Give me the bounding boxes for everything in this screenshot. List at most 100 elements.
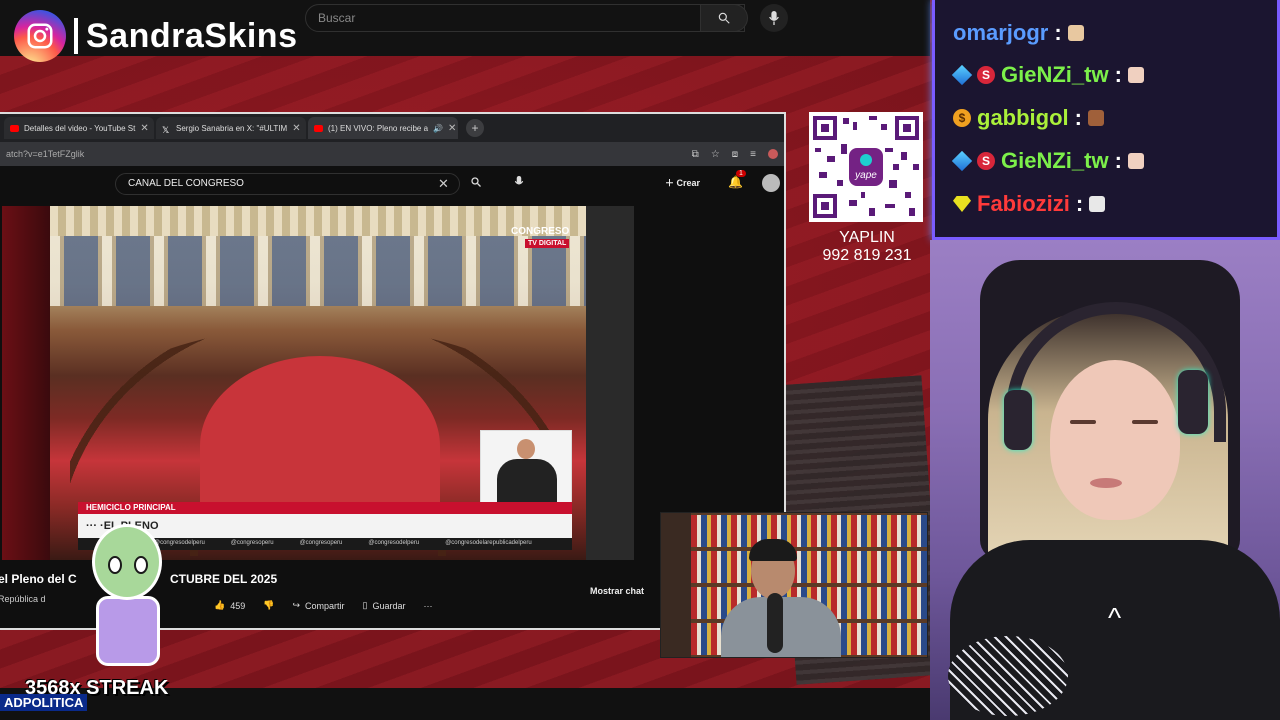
sticker-eye xyxy=(134,556,148,574)
logo-text: CONGRESO xyxy=(511,226,570,237)
close-icon[interactable]: ✕ xyxy=(448,123,456,134)
instagram-icon xyxy=(14,10,66,62)
tab-label: Sergio Sanabria en X: "#ULTIM xyxy=(176,123,288,133)
bookmark-star-icon[interactable]: ☆ xyxy=(711,149,720,160)
player-ambient-right xyxy=(586,206,634,560)
chat-username: gabbigol xyxy=(977,105,1069,130)
social-handle: @congresoperu xyxy=(230,540,274,546)
qr-code-icon: yape xyxy=(809,112,923,222)
channel-name: SandraSkins xyxy=(86,16,298,55)
avatar[interactable] xyxy=(762,174,780,192)
like-button[interactable]: 👍 459 xyxy=(214,600,245,611)
tab-video-details[interactable]: Detalles del video - YouTube St ✕ xyxy=(4,117,154,139)
video-player[interactable]: CONGRESO TV DIGITAL HEMICICLO PRINCIPAL … xyxy=(2,206,634,560)
youtube-icon xyxy=(314,124,323,132)
cast-icon[interactable]: ⧉ xyxy=(692,149,699,160)
chat-message: omarjogr : xyxy=(953,20,1084,46)
chat-message: S GieNZi_tw : xyxy=(951,148,1144,174)
bookmark-icon: ▯ xyxy=(362,600,368,610)
emote-icon xyxy=(1067,25,1084,41)
chevron-up-icon: ^ xyxy=(1108,602,1122,633)
microphone-icon xyxy=(769,11,779,25)
create-label: Crear xyxy=(676,178,701,188)
social-handle: @congresoperu xyxy=(299,540,343,546)
gem-badge-icon xyxy=(953,196,971,212)
video-title: el Pleno del C xyxy=(0,572,77,586)
tab-x-post[interactable]: 𝕏 Sergio Sanabria en X: "#ULTIM ✕ xyxy=(156,117,306,139)
thumbs-up-icon: 👍 xyxy=(214,600,226,610)
youtube-icon xyxy=(10,124,19,132)
extensions-icon[interactable]: ⧈ xyxy=(732,149,738,160)
emote-icon xyxy=(1087,110,1104,126)
clear-search-icon[interactable]: ✕ xyxy=(438,176,449,192)
guest-webcam xyxy=(660,512,928,658)
yape-logo-text: yape xyxy=(854,170,877,181)
show-chat-button[interactable]: Mostrar chat xyxy=(590,586,644,596)
chat-message: $ gabbigol : xyxy=(953,105,1104,131)
s-badge-icon: S xyxy=(977,152,995,170)
chat-separator: : xyxy=(1054,20,1062,45)
chat-overlay: omarjogr : S GieNZi_tw : $ gabbigol : S … xyxy=(932,0,1280,240)
video-title-continued: CTUBRE DEL 2025 xyxy=(170,572,278,586)
chat-separator: : xyxy=(1075,191,1084,216)
bell-icon[interactable]: 🔔 xyxy=(728,175,743,189)
address-bar[interactable]: atch?v=e1TetFZglik ⧉ ☆ ⧈ ≡ xyxy=(0,142,784,166)
youtube-header: CANAL DEL CONGRESO ✕ ＋ Crear 🔔 1 xyxy=(0,166,784,202)
url-text: atch?v=e1TetFZglik xyxy=(6,149,85,159)
dislike-button[interactable]: 👎 xyxy=(263,600,274,611)
search-icon xyxy=(718,12,730,24)
stream-canvas: SandraSkins Buscar Detalles del video - … xyxy=(0,0,1280,720)
social-handle: @congresodelarepublicadelperu xyxy=(445,540,532,546)
search-input[interactable]: Buscar xyxy=(305,4,745,32)
lower-third-section: HEMICICLO PRINCIPAL xyxy=(78,502,572,514)
social-handle: @congresodelperu xyxy=(368,540,420,546)
create-button[interactable]: ＋ Crear xyxy=(665,176,700,189)
yape-number: 992 819 231 xyxy=(822,247,912,264)
s-badge-icon: S xyxy=(977,66,995,84)
logo-subtext: TV DIGITAL xyxy=(524,239,570,248)
avatar-sticker xyxy=(72,520,182,670)
search-button[interactable] xyxy=(700,4,748,32)
video-actions: 👍 459 👎 ↪ Compartir ▯ Guardar ··· xyxy=(214,600,433,611)
voice-search-button[interactable] xyxy=(760,4,788,32)
youtube-search-input[interactable]: CANAL DEL CONGRESO xyxy=(115,173,460,195)
more-options-button[interactable]: ··· xyxy=(424,601,433,611)
streamer-webcam: ^ xyxy=(930,240,1280,720)
save-button[interactable]: ▯ Guardar xyxy=(363,600,406,611)
top-bar: SandraSkins Buscar xyxy=(0,0,930,62)
channel-label[interactable]: República d xyxy=(0,594,46,604)
chat-message: S GieNZi_tw : xyxy=(951,62,1144,88)
thumbs-down-icon: 👎 xyxy=(263,600,275,610)
share-icon: ↪ xyxy=(292,600,301,610)
like-count: 459 xyxy=(230,600,246,611)
coin-badge-icon: $ xyxy=(953,109,971,127)
chat-separator: : xyxy=(1074,105,1082,130)
close-icon[interactable]: ✕ xyxy=(140,123,148,134)
chat-username: GieNZi_tw xyxy=(1001,62,1109,87)
sticker-eye xyxy=(108,556,122,574)
microphone-icon xyxy=(767,593,783,653)
share-button[interactable]: ↪ Compartir xyxy=(292,600,344,611)
close-icon[interactable]: ✕ xyxy=(292,123,300,134)
microphone-icon[interactable] xyxy=(514,176,524,188)
search-icon[interactable] xyxy=(470,176,482,188)
yape-qr-code: yape xyxy=(809,112,923,222)
channel-brand: SandraSkins xyxy=(14,10,297,62)
headset-earcup xyxy=(1178,370,1208,434)
new-tab-button[interactable]: + xyxy=(466,119,484,137)
sticker-head xyxy=(92,524,162,600)
tab-bar: Detalles del video - YouTube St ✕ 𝕏 Serg… xyxy=(0,114,784,142)
sticker-body xyxy=(96,596,160,666)
profile-icon[interactable] xyxy=(768,148,778,159)
mesh-glove xyxy=(948,636,1068,716)
tab-live-pleno[interactable]: (1) EN VIVO: Pleno recibe a 🔊 ✕ xyxy=(308,117,458,139)
chat-separator: : xyxy=(1114,148,1122,173)
yape-info: YAPLIN 992 819 231 xyxy=(808,229,926,265)
emote-icon xyxy=(1127,67,1144,83)
media-icon[interactable]: ≡ xyxy=(750,149,756,160)
chat-message: Fabiozizi : xyxy=(953,191,1106,217)
address-bar-icons: ⧉ ☆ ⧈ ≡ xyxy=(692,148,778,160)
chat-separator: : xyxy=(1114,62,1122,87)
share-label: Compartir xyxy=(305,600,345,611)
save-label: Guardar xyxy=(372,600,406,611)
